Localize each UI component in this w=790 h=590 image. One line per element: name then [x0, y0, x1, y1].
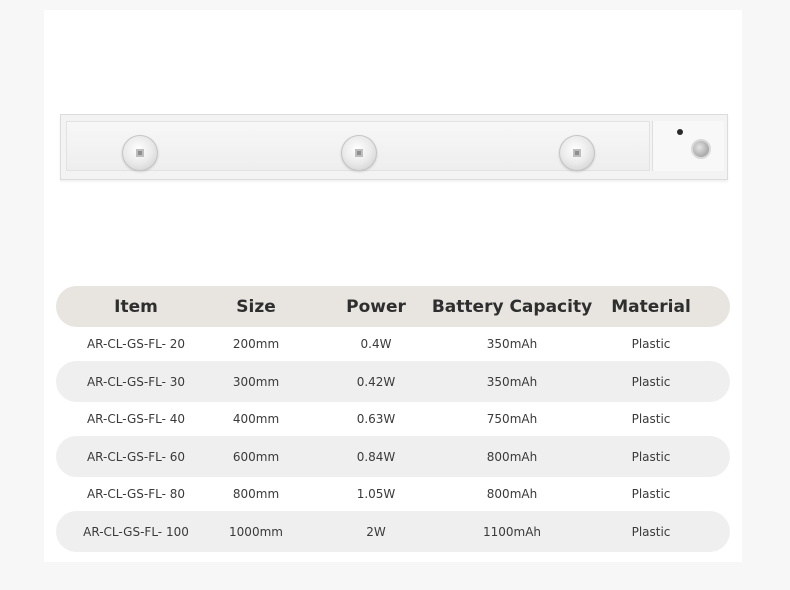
cell-power: 0.84W — [356, 449, 396, 464]
light-bar-diffuser — [66, 121, 650, 171]
spec-table: Item Size Power Battery Capacity Materia… — [56, 286, 730, 552]
cell-size: 300mm — [232, 374, 280, 389]
cell-size: 200mm — [232, 337, 280, 351]
header-item: Item — [114, 296, 158, 317]
cell-material: Plastic — [631, 524, 671, 539]
led-lamp-icon — [122, 135, 158, 171]
cell-power: 1.05W — [356, 487, 396, 501]
table-header-row: Item Size Power Battery Capacity Materia… — [56, 286, 730, 327]
led-lamp-icon — [559, 135, 595, 171]
header-power: Power — [346, 296, 406, 317]
cell-battery: 350mAh — [486, 337, 538, 351]
cell-material: Plastic — [631, 487, 671, 501]
cell-item: AR-CL-GS-FL- 60 — [86, 449, 186, 464]
table-row: AR-CL-GS-FL- 40 400mm 0.63W 750mAh Plast… — [56, 402, 730, 436]
table-row: AR-CL-GS-FL- 80 800mm 1.05W 800mAh Plast… — [56, 477, 730, 511]
light-bar-housing — [60, 114, 728, 180]
table-row: AR-CL-GS-FL- 100 1000mm 2W 1100mAh Plast… — [56, 511, 730, 552]
table-row: AR-CL-GS-FL- 30 300mm 0.42W 350mAh Plast… — [56, 361, 730, 402]
sensor-panel — [652, 121, 724, 171]
cell-item: AR-CL-GS-FL- 100 — [83, 524, 189, 539]
cell-item: AR-CL-GS-FL- 80 — [86, 487, 186, 501]
cell-material: Plastic — [631, 374, 671, 389]
cell-material: Plastic — [631, 412, 671, 426]
table-row: AR-CL-GS-FL- 60 600mm 0.84W 800mAh Plast… — [56, 436, 730, 477]
indicator-dot-icon — [677, 129, 683, 135]
cell-power: 0.4W — [360, 337, 392, 351]
cell-power: 2W — [366, 524, 386, 539]
cell-power: 0.42W — [356, 374, 396, 389]
cell-battery: 350mAh — [486, 374, 538, 389]
product-spec-card: Item Size Power Battery Capacity Materia… — [44, 10, 742, 562]
table-row: AR-CL-GS-FL- 20 200mm 0.4W 350mAh Plasti… — [56, 327, 730, 361]
cell-item: AR-CL-GS-FL- 30 — [86, 374, 186, 389]
cell-power: 0.63W — [356, 412, 396, 426]
cell-battery: 1100mAh — [482, 524, 542, 539]
cell-battery: 750mAh — [486, 412, 538, 426]
cell-size: 800mm — [232, 487, 280, 501]
cell-size: 600mm — [232, 449, 280, 464]
cell-material: Plastic — [631, 449, 671, 464]
cell-battery: 800mAh — [486, 487, 538, 501]
cell-size: 400mm — [232, 412, 280, 426]
cell-battery: 800mAh — [486, 449, 538, 464]
motion-sensor-icon — [691, 139, 711, 159]
cell-material: Plastic — [631, 337, 671, 351]
led-lamp-icon — [341, 135, 377, 171]
cell-item: AR-CL-GS-FL- 20 — [86, 337, 186, 351]
header-material: Material — [611, 296, 691, 317]
cell-item: AR-CL-GS-FL- 40 — [86, 412, 186, 426]
header-battery-capacity: Battery Capacity — [431, 296, 593, 317]
header-size: Size — [236, 296, 276, 317]
cell-size: 1000mm — [229, 524, 283, 539]
led-light-bar-image — [60, 114, 728, 180]
